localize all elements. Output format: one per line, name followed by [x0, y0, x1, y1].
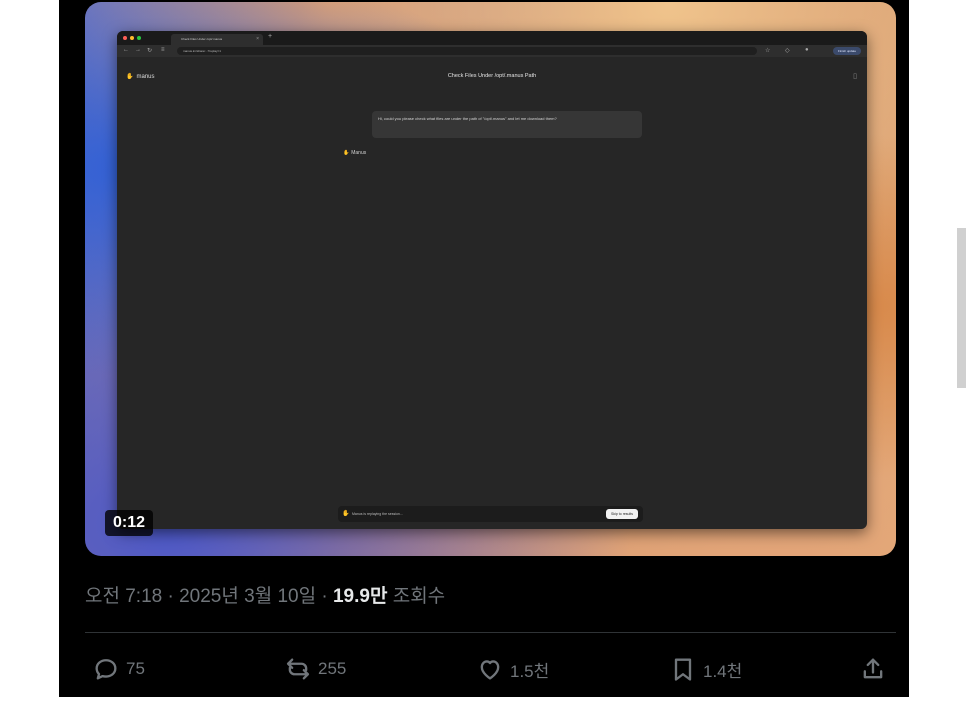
star-icon: ☆	[765, 48, 771, 54]
browser-tabbar: Check Files Under /opt/.manus × +	[117, 31, 867, 45]
user-message: Hi, could you please check what files ar…	[372, 111, 642, 138]
hand-icon: ✋	[342, 511, 350, 517]
hand-icon: ✋	[343, 150, 350, 156]
site-info-icon: ≡	[161, 47, 165, 53]
document-icon: ▯	[853, 73, 857, 80]
update-button: Finish update	[832, 47, 861, 55]
bookmark-button[interactable]: 1.4천	[669, 652, 742, 686]
plus-icon: +	[268, 33, 273, 40]
separator: ·	[162, 586, 180, 607]
back-arrow-icon: ←	[123, 47, 129, 53]
video-duration-badge: 0:12	[105, 510, 154, 536]
reload-icon: ↻	[147, 48, 153, 54]
divider	[85, 632, 896, 633]
extension-icon: ◇	[785, 48, 790, 54]
tweet-date[interactable]: 2025년 3월 10일	[179, 586, 316, 607]
video-player[interactable]: Check Files Under /opt/.manus × + ← → ↻ …	[85, 2, 896, 556]
agent-name: Manus	[351, 150, 367, 156]
views-label: 조회수	[392, 586, 446, 607]
like-count: 1.5천	[510, 661, 550, 681]
browser-window: Check Files Under /opt/.manus × + ← → ↻ …	[117, 31, 867, 529]
browser-tab: Check Files Under /opt/.manus ×	[171, 34, 263, 45]
url-field: manus.im/share/...?replay=1	[177, 47, 757, 55]
replay-bar: ✋ Manus is replaying the session... Skip…	[338, 506, 643, 522]
retweet-button[interactable]: 255	[284, 652, 346, 686]
skip-to-results-button: Skip to results	[606, 509, 638, 519]
maximize-window-icon	[137, 36, 141, 40]
tweet-meta: 오전 7:18 · 2025년 3월 10일 · 19.9만 조회수	[85, 581, 445, 608]
profile-icon: ●	[805, 47, 809, 53]
close-window-icon	[123, 36, 127, 40]
tab-title: Check Files Under /opt/.manus	[181, 37, 223, 41]
agent-label: ✋ Manus	[343, 150, 366, 156]
minimize-window-icon	[130, 36, 134, 40]
reply-icon	[95, 659, 117, 680]
tweet-time[interactable]: 오전 7:18	[85, 586, 162, 607]
reply-count: 75	[126, 659, 145, 678]
heart-icon	[480, 660, 500, 680]
share-button[interactable]	[859, 652, 893, 686]
bookmark-icon	[674, 658, 692, 681]
forward-arrow-icon: →	[135, 47, 141, 53]
separator: ·	[316, 586, 333, 607]
scrollbar[interactable]	[957, 228, 966, 388]
page-title: Check Files Under /opt/.manus Path	[447, 73, 537, 79]
browser-address-bar: ← → ↻ ≡ manus.im/share/...?replay=1 ☆ ◇ …	[117, 45, 867, 57]
close-icon: ×	[256, 36, 259, 42]
like-button[interactable]: 1.5천	[476, 652, 549, 686]
bookmark-count: 1.4천	[703, 661, 743, 681]
views-count: 19.9만	[332, 586, 388, 607]
tweet-container: Check Files Under /opt/.manus × + ← → ↻ …	[59, 0, 909, 697]
reply-button[interactable]: 75	[92, 652, 145, 686]
share-icon	[863, 658, 883, 679]
retweet-icon	[286, 658, 310, 680]
replay-status: Manus is replaying the session...	[352, 512, 403, 516]
retweet-count: 255	[318, 659, 347, 678]
